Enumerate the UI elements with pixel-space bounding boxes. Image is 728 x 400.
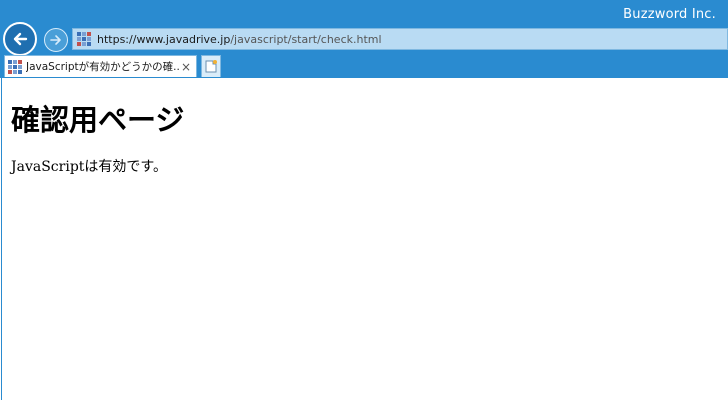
page-text: JavaScriptは有効です。 [11,159,168,175]
tab-active[interactable]: JavaScriptが有効かどうかの確... × [4,55,197,77]
tab-label: JavaScriptが有効かどうかの確... [26,61,180,73]
url-scheme: https:// [97,32,137,46]
address-bar[interactable]: https://www.javadrive.jp/javascript/star… [72,28,728,50]
page-title: 確認用ページ [11,103,185,137]
tab-favicon-icon [8,59,22,74]
forward-button[interactable] [44,28,68,52]
new-tab-button[interactable] [201,55,221,77]
browser-window: Buzzword Inc. https://www.javadrive.jp/j… [0,0,728,400]
back-button[interactable] [3,22,37,56]
url-domain: www.javadrive.jp [136,32,231,46]
tab-close-button[interactable]: × [180,60,192,74]
title-bar: Buzzword Inc. https://www.javadrive.jp/j… [0,0,728,78]
new-tab-icon [205,60,217,73]
page-content: 確認用ページ JavaScriptは有効です。 [1,78,728,400]
company-name: Buzzword Inc. [623,7,716,22]
site-favicon-icon [77,32,91,46]
url-path: /javascript/start/check.html [230,32,382,46]
forward-arrow-icon [50,35,61,45]
back-arrow-icon [13,32,28,46]
url-text[interactable]: https://www.javadrive.jp/javascript/star… [97,33,382,46]
